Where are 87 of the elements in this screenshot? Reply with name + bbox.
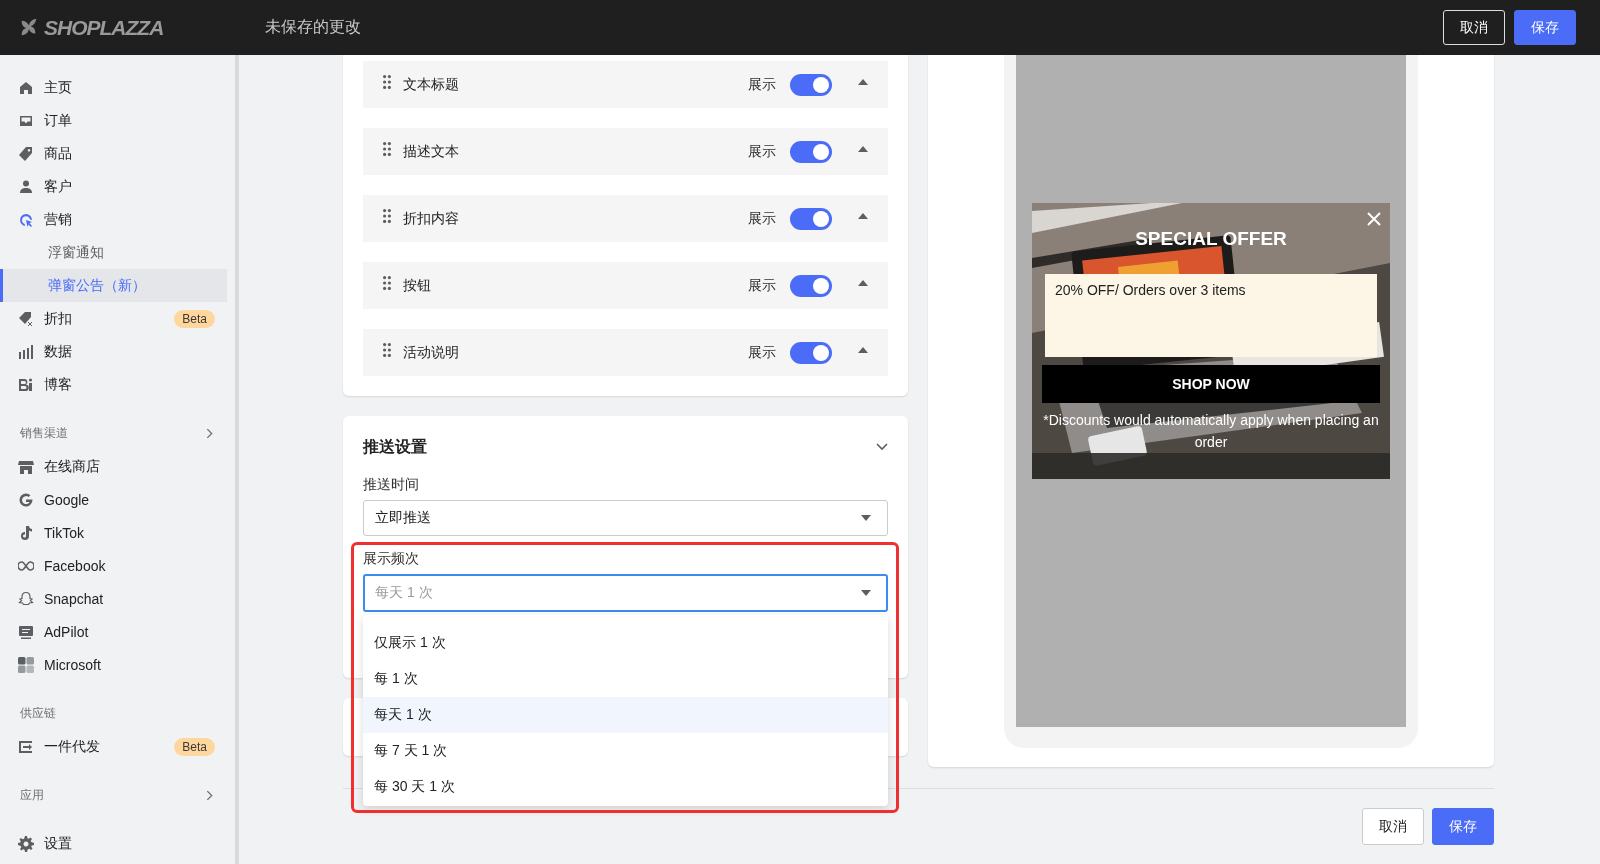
- cancel-button[interactable]: 取消: [1443, 10, 1505, 45]
- nav-item[interactable]: Google: [0, 483, 235, 516]
- caret-up-icon[interactable]: [858, 145, 868, 152]
- row-label: 描述文本: [403, 142, 460, 161]
- section-title: 供应链: [20, 705, 56, 722]
- nav-item[interactable]: 在线商店: [0, 450, 235, 483]
- field-label: 展示频次: [363, 550, 420, 568]
- caret-up-icon[interactable]: [858, 346, 868, 353]
- dropdown-option[interactable]: 每 7 天 1 次: [363, 733, 888, 769]
- select-field[interactable]: 立即推送: [363, 500, 888, 536]
- four-squares-icon: [18, 656, 34, 673]
- home-icon: [18, 79, 34, 96]
- row-label: 文本标题: [403, 75, 460, 94]
- nav-item[interactable]: 博客: [0, 368, 235, 401]
- nav-item[interactable]: 订单: [0, 104, 235, 137]
- toggle-switch[interactable]: [790, 140, 832, 163]
- monitor-icon: [18, 623, 34, 640]
- toggle-label: 展示: [748, 75, 776, 94]
- chevron-right-icon[interactable]: [206, 790, 213, 801]
- field-label: 推送时间: [363, 476, 420, 494]
- shop-now-button[interactable]: SHOP NOW: [1042, 365, 1380, 403]
- nav-item[interactable]: 折扣 Beta: [0, 302, 235, 335]
- drag-handle-icon[interactable]: [383, 141, 391, 156]
- nav-item[interactable]: 设置: [0, 827, 235, 860]
- save-button[interactable]: 保存: [1514, 10, 1576, 45]
- toggle-label: 展示: [748, 343, 776, 362]
- logo-text: SHOPLAZZA: [44, 15, 164, 40]
- nav-item[interactable]: 商品: [0, 137, 235, 170]
- nav-subitem[interactable]: 浮窗通知: [0, 236, 227, 269]
- caret-up-icon[interactable]: [858, 78, 868, 85]
- row-label: 活动说明: [403, 343, 460, 362]
- beta-badge: Beta: [174, 309, 215, 328]
- import-icon: [18, 738, 34, 755]
- percent-tag-icon: [18, 310, 34, 327]
- blog-icon: [18, 376, 34, 393]
- toggle-switch[interactable]: [790, 207, 832, 230]
- cancel-button[interactable]: 取消: [1362, 808, 1424, 845]
- section-title: 销售渠道: [20, 425, 68, 442]
- toggle-label: 展示: [748, 276, 776, 295]
- close-icon[interactable]: [1367, 212, 1381, 226]
- bar-chart-icon: [18, 343, 34, 360]
- toggle-label: 展示: [748, 209, 776, 228]
- person-icon: [18, 178, 34, 195]
- dropdown-option[interactable]: 仅展示 1 次: [363, 625, 888, 661]
- nav-item[interactable]: 一件代发 Beta: [0, 730, 235, 763]
- tag-icon: [18, 145, 34, 162]
- nav-item[interactable]: AdPilot: [0, 615, 235, 648]
- nav-item[interactable]: 主页: [0, 71, 235, 104]
- toggle-label: 展示: [748, 142, 776, 161]
- chevron-right-icon[interactable]: [206, 428, 213, 439]
- chevron-down-icon[interactable]: [876, 443, 888, 451]
- music-note-icon: [18, 524, 34, 541]
- nav-item[interactable]: Snapchat: [0, 582, 235, 615]
- dropdown-option[interactable]: 每天 1 次: [363, 697, 888, 733]
- page-status-title: 未保存的更改: [265, 17, 362, 37]
- toggle-switch[interactable]: [790, 274, 832, 297]
- offer-text: 20% OFF/ Orders over 3 items: [1055, 282, 1246, 298]
- g-icon: [18, 491, 34, 508]
- dropdown-option[interactable]: 每 30 天 1 次: [363, 769, 888, 805]
- store-icon: [18, 458, 34, 475]
- drag-handle-icon[interactable]: [383, 275, 391, 290]
- caret-down-icon: [861, 590, 871, 596]
- nav-item[interactable]: 客户: [0, 170, 235, 203]
- toggle-switch[interactable]: [790, 341, 832, 364]
- row-label: 折扣内容: [403, 209, 460, 228]
- settings-icon: [18, 835, 34, 852]
- cursor-icon: [18, 211, 34, 228]
- drag-handle-icon[interactable]: [383, 208, 391, 223]
- beta-badge: Beta: [174, 737, 215, 756]
- toggle-switch[interactable]: [790, 73, 832, 96]
- card-title: 推送设置: [363, 436, 427, 457]
- drag-handle-icon[interactable]: [383, 342, 391, 357]
- caret-up-icon[interactable]: [858, 212, 868, 219]
- drag-handle-icon[interactable]: [383, 74, 391, 89]
- section-title: 应用: [20, 787, 44, 804]
- nav-item[interactable]: TikTok: [0, 516, 235, 549]
- ghost-icon: [18, 590, 34, 607]
- row-label: 按钮: [403, 276, 432, 295]
- nav-subitem[interactable]: 弹窗公告（新）: [0, 269, 227, 302]
- nav-item[interactable]: 营销: [0, 203, 235, 236]
- caret-up-icon[interactable]: [858, 279, 868, 286]
- dropdown-option[interactable]: 每 1 次: [363, 661, 888, 697]
- nav-item[interactable]: Microsoft: [0, 648, 235, 681]
- nav-item[interactable]: 数据: [0, 335, 235, 368]
- caret-down-icon: [861, 515, 871, 521]
- nav-item[interactable]: Facebook: [0, 549, 235, 582]
- save-button[interactable]: 保存: [1432, 808, 1494, 845]
